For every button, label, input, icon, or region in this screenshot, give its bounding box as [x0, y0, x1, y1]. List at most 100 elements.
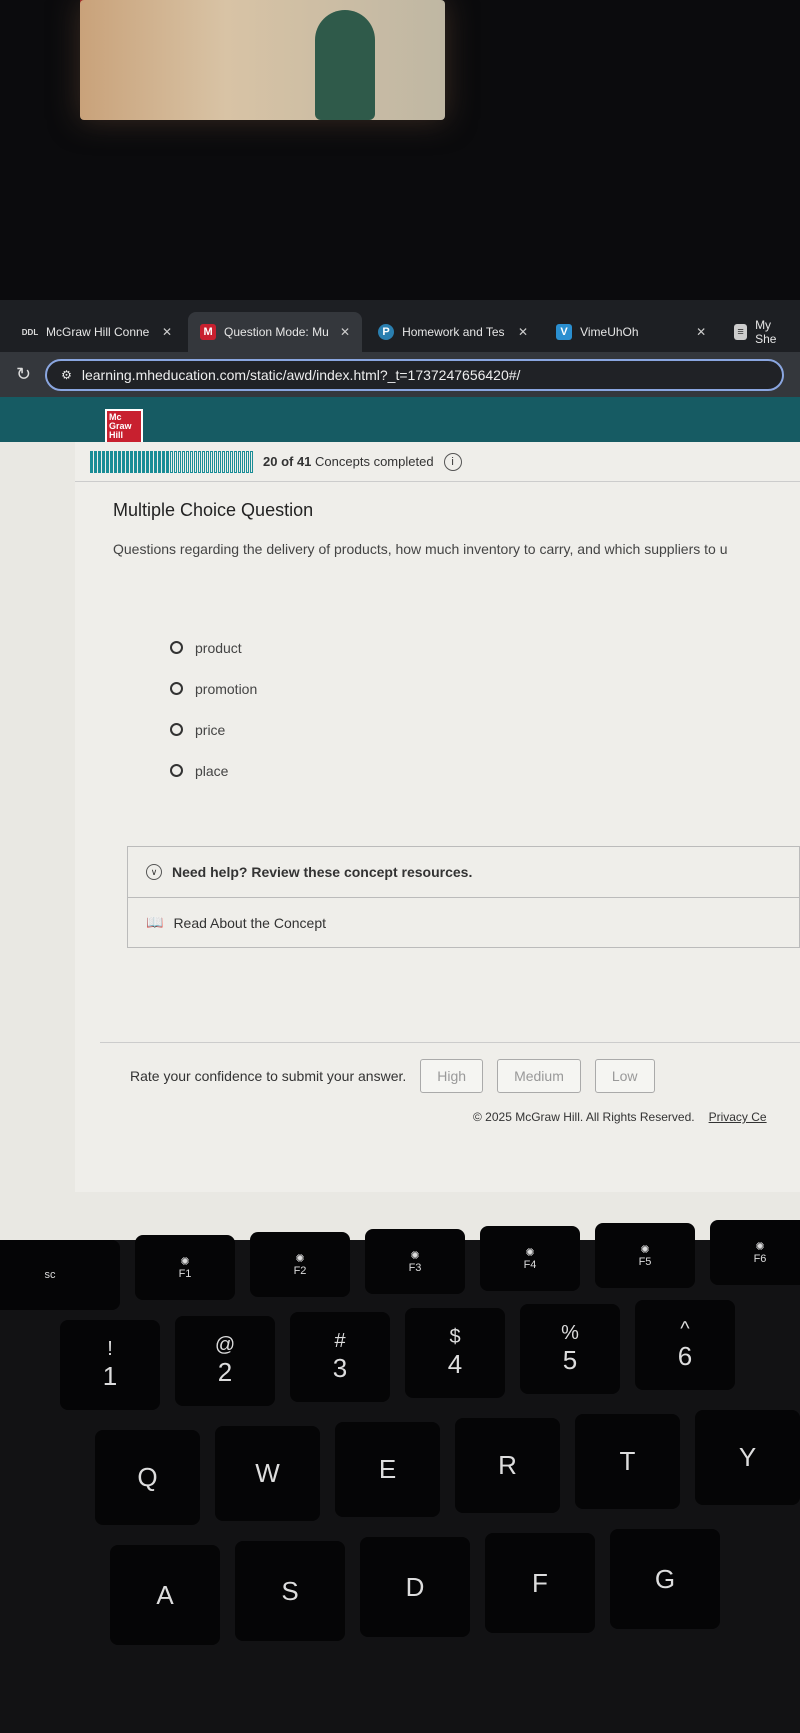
key-symbol: ^ — [680, 1318, 690, 1340]
key-6[interactable]: ^ 6 — [635, 1300, 735, 1390]
radio-button[interactable] — [170, 641, 183, 654]
progress-segment — [122, 450, 125, 473]
progress-segment — [162, 450, 165, 473]
key-f4[interactable]: ✺ F4 — [480, 1226, 580, 1291]
key-f3[interactable]: ✺ F3 — [365, 1229, 465, 1294]
key-symbol: $ — [449, 1326, 461, 1348]
key-label: Q — [137, 1462, 158, 1492]
progress-segment — [106, 450, 109, 473]
close-icon[interactable]: ✕ — [518, 325, 528, 339]
key-label: F4 — [523, 1259, 537, 1271]
copyright: © 2025 McGraw Hill. All Rights Reserved. — [473, 1110, 695, 1124]
read-about-concept-link[interactable]: 📖 Read About the Concept — [128, 897, 799, 947]
key-f2[interactable]: ✺ F2 — [250, 1232, 350, 1297]
radio-button[interactable] — [170, 682, 183, 695]
progress-segment — [190, 450, 193, 473]
key-label: S — [281, 1575, 299, 1606]
key-r[interactable]: R — [455, 1418, 560, 1513]
key-label: E — [378, 1454, 397, 1484]
privacy-link[interactable]: Privacy Ce — [709, 1110, 767, 1124]
progress-segment — [130, 450, 133, 473]
key-f1[interactable]: ✺ F1 — [135, 1235, 235, 1300]
key-3[interactable]: #3 — [290, 1312, 390, 1402]
key-label: Y — [738, 1442, 757, 1472]
progress-segment — [186, 450, 189, 473]
key-t[interactable]: T — [575, 1414, 680, 1509]
key-label: F5 — [638, 1256, 652, 1268]
toolbar: ↻ ⚙ learning.mheducation.com/static/awd/i… — [0, 352, 800, 397]
progress-segment — [238, 450, 241, 473]
key-label: 2 — [217, 1357, 233, 1387]
option-price[interactable]: price — [170, 709, 800, 750]
key-symbol: % — [561, 1322, 579, 1344]
progress-segment — [170, 450, 173, 473]
key-5[interactable]: % 5 — [520, 1304, 620, 1394]
option-place[interactable]: place — [170, 750, 800, 791]
site-settings-icon[interactable]: ⚙ — [61, 368, 72, 382]
key-4[interactable]: $4 — [405, 1308, 505, 1398]
tab-question-mode[interactable]: M Question Mode: Mu ✕ — [188, 312, 363, 352]
key-label: F — [532, 1567, 548, 1598]
key-d[interactable]: D — [360, 1537, 470, 1637]
high-confidence-button[interactable]: High — [420, 1059, 484, 1093]
progress-segment — [218, 450, 221, 473]
key-2[interactable]: @2 — [175, 1316, 275, 1406]
address-bar[interactable]: ⚙ learning.mheducation.com/static/awd/ind… — [45, 358, 784, 391]
option-promotion[interactable]: promotion — [170, 668, 800, 709]
key-e[interactable]: E — [335, 1422, 440, 1517]
close-icon[interactable]: ✕ — [162, 325, 172, 339]
key-a[interactable]: A — [110, 1545, 220, 1645]
laptop-screen: DDL McGraw Hill Conne ✕ M Question Mode: Mu… — [0, 300, 800, 1240]
key-f[interactable]: F — [485, 1533, 595, 1633]
progress-segment — [242, 450, 245, 473]
tab-homework[interactable]: P Homework and Tes ✕ — [366, 312, 540, 352]
progress-segment — [214, 450, 217, 473]
tab-label: Homework and Tes — [402, 325, 505, 339]
key-1[interactable]: ! 1 — [60, 1320, 160, 1410]
progress-segment — [94, 450, 97, 473]
link-label: Read About the Concept — [173, 914, 326, 931]
help-toggle[interactable]: ∨ Need help? Review these concept resourc… — [128, 847, 799, 897]
low-confidence-button[interactable]: Low — [594, 1059, 655, 1093]
radio-button[interactable] — [170, 723, 183, 736]
p-icon: P — [378, 324, 395, 340]
option-label: place — [195, 762, 229, 779]
radio-button[interactable] — [170, 764, 183, 777]
close-icon[interactable]: ✕ — [340, 325, 350, 339]
progress-segment — [90, 450, 93, 473]
progress-segment — [174, 450, 177, 473]
key-y[interactable]: Y — [695, 1410, 800, 1505]
concept-resources: ∨ Need help? Review these concept resourc… — [127, 846, 800, 948]
background-video — [80, 0, 445, 120]
help-title: Need help? Review these concept resource… — [172, 864, 473, 880]
tab-my-sheet[interactable]: ≡ My She — [722, 312, 800, 352]
key-q[interactable]: Q — [95, 1430, 200, 1525]
progress-segment — [138, 450, 141, 473]
option-product[interactable]: product — [170, 627, 800, 668]
fkey-glyph-icon: ✺ — [410, 1250, 420, 1262]
laptop-keyboard: sc ✺ F1 ✺ F2 ✺ F3 ✺ F4 ✺ F5 ✺ F6! 1 @2 #3 $4% 5 ^ 6 Q W E R T Y A S… — [0, 1220, 800, 1733]
tab-mcgraw-connect[interactable]: DDL McGraw Hill Conne ✕ — [10, 312, 184, 352]
option-label: promotion — [195, 680, 258, 697]
key-s[interactable]: S — [235, 1541, 345, 1641]
reload-icon[interactable]: ↻ — [16, 364, 31, 385]
key-w[interactable]: W — [215, 1426, 320, 1521]
progress-segment — [226, 450, 229, 473]
close-icon[interactable]: ✕ — [696, 325, 706, 339]
info-icon[interactable]: i — [443, 452, 462, 471]
answer-options: product promotion price place — [170, 627, 800, 791]
progress-segment — [98, 450, 101, 473]
tab-vimeo[interactable]: V VimeUhOh ✕ — [544, 312, 718, 352]
fkey-glyph-icon: ✺ — [295, 1253, 305, 1265]
progress-segment — [134, 450, 137, 473]
progress-segment — [198, 450, 201, 473]
key-g[interactable]: G — [610, 1529, 720, 1629]
progress-segment — [202, 450, 205, 473]
progress-segment — [146, 450, 149, 473]
concept-progress-bar — [90, 450, 253, 473]
key-esc[interactable]: sc — [0, 1240, 120, 1310]
medium-confidence-button[interactable]: Medium — [497, 1059, 581, 1093]
fkey-glyph-icon: ✺ — [180, 1256, 190, 1268]
key-f5[interactable]: ✺ F5 — [595, 1223, 695, 1288]
key-f6[interactable]: ✺ F6 — [710, 1220, 800, 1285]
